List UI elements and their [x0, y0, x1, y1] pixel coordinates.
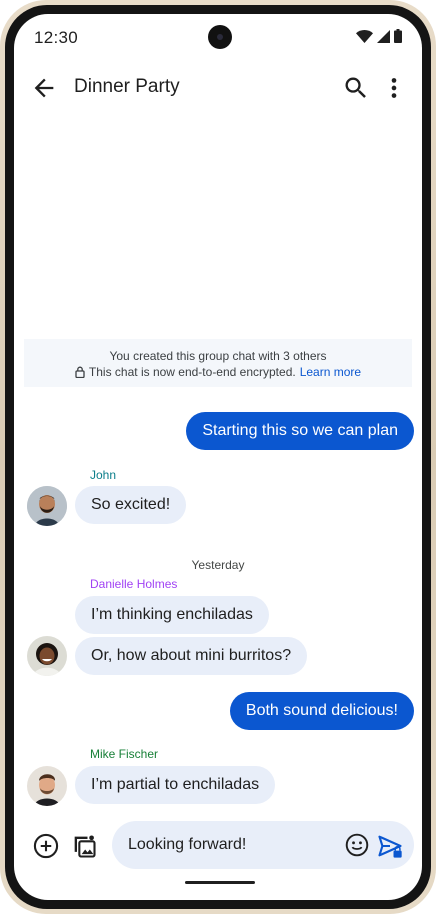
compose-bar: Looking forward! — [14, 816, 422, 874]
back-arrow-icon[interactable] — [30, 74, 58, 102]
avatar-mike-image — [27, 766, 67, 806]
lock-icon — [75, 366, 85, 378]
message-compose-field[interactable]: Looking forward! — [112, 821, 414, 869]
encryption-text: This chat is now end-to-end encrypted. — [88, 365, 296, 379]
avatar-mike[interactable] — [27, 766, 67, 806]
message-bubble-incoming[interactable]: So excited! — [75, 486, 187, 524]
send-icon[interactable] — [376, 832, 404, 860]
message-bubble-outgoing[interactable]: Both sound delicious! — [229, 692, 414, 730]
battery-icon — [394, 29, 402, 43]
screen: 12:30 Dinner Party You created this grou… — [14, 14, 422, 900]
chat-title: Dinner Party — [74, 76, 180, 97]
message-bubble-incoming[interactable]: I’m thinking enchiladas — [75, 596, 269, 634]
device-frame: 12:30 Dinner Party You created this grou… — [0, 0, 436, 914]
emoji-icon[interactable] — [344, 832, 370, 858]
group-created-text: You created this group chat with 3 other… — [109, 349, 327, 363]
sender-name: John — [90, 468, 117, 482]
avatar-danielle[interactable] — [27, 636, 67, 676]
encryption-line: This chat is now end-to-end encrypted. L… — [75, 364, 361, 380]
status-time: 12:30 — [34, 28, 79, 47]
message-bubble-incoming[interactable]: I’m partial to enchiladas — [75, 766, 276, 804]
avatar-john[interactable] — [27, 486, 67, 526]
sender-name: Danielle Holmes — [90, 577, 178, 591]
message-bubble-outgoing[interactable]: Starting this so we can plan — [186, 412, 414, 450]
compose-input-text[interactable]: Looking forward! — [128, 836, 246, 854]
message-bubble-incoming[interactable]: Or, how about mini burritos? — [75, 637, 308, 675]
add-circle-icon[interactable] — [32, 832, 60, 860]
sender-name: Mike Fischer — [90, 747, 159, 761]
avatar-danielle-image — [27, 636, 67, 676]
status-icons — [356, 29, 402, 43]
avatar-john-image — [27, 486, 67, 526]
encryption-notice: You created this group chat with 3 other… — [24, 339, 412, 387]
more-vert-icon[interactable] — [380, 74, 408, 102]
front-camera — [208, 25, 232, 49]
gallery-icon[interactable] — [70, 832, 98, 860]
app-bar: Dinner Party — [14, 60, 422, 116]
status-bar: 12:30 — [14, 14, 422, 60]
day-separator: Yesterday — [191, 558, 245, 572]
gesture-nav-handle[interactable] — [185, 881, 255, 884]
wifi-icon — [356, 29, 373, 43]
signal-icon — [377, 29, 390, 43]
learn-more-link[interactable]: Learn more — [300, 364, 361, 380]
search-icon[interactable] — [342, 74, 370, 102]
